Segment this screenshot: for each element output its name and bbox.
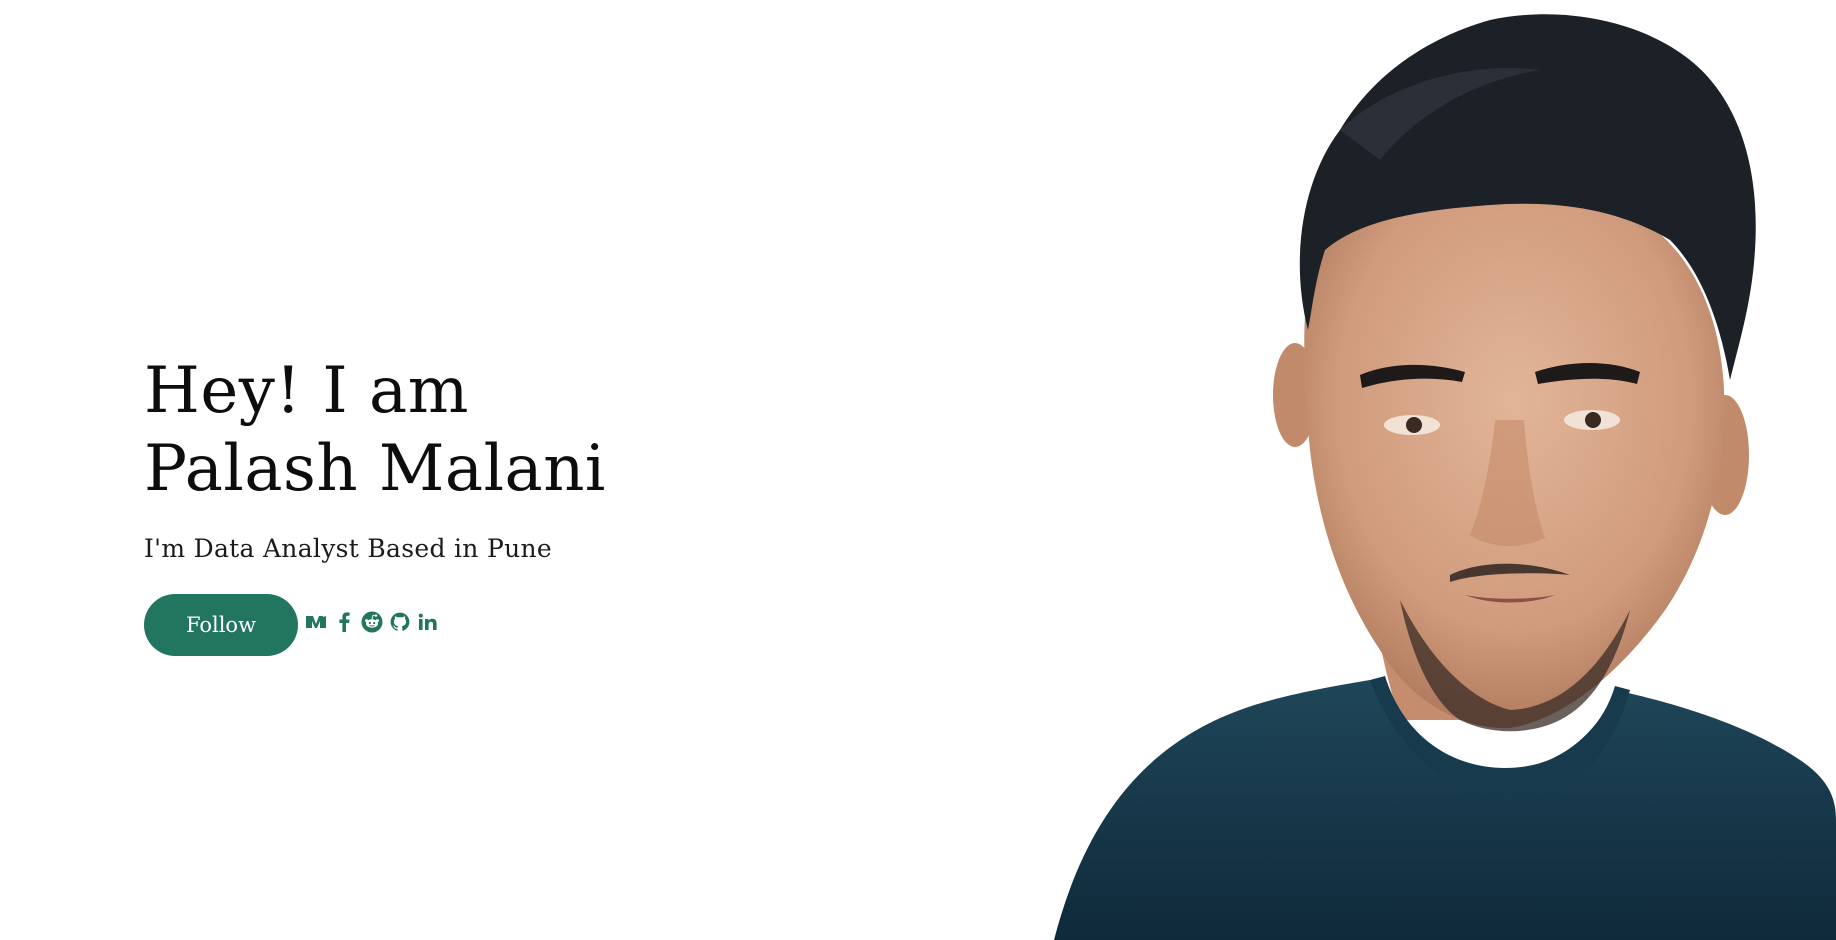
linkedin-link[interactable] [416,610,440,634]
facebook-link[interactable] [332,610,356,634]
hero-title-line1: Hey! I am [144,354,469,428]
reddit-icon [361,611,383,633]
social-links [304,610,440,634]
linkedin-icon [418,613,437,630]
medium-icon [306,616,326,628]
follow-button[interactable]: Follow [144,594,298,656]
portrait-illustration [1054,14,1836,940]
facebook-icon [339,612,350,632]
hero-subtitle: I'm Data Analyst Based in Pune [144,534,552,563]
hero-text: Hey! I am Palash Malani I'm Data Analyst… [144,352,864,656]
hero-title-line2: Palash Malani [144,432,606,506]
reddit-link[interactable] [360,610,384,634]
medium-link[interactable] [304,610,328,634]
github-link[interactable] [388,610,412,634]
github-icon [390,612,410,631]
hero-title: Hey! I am Palash Malani [144,352,864,508]
portrait-photo [1040,0,1836,940]
hero-actions: Follow [144,594,864,656]
